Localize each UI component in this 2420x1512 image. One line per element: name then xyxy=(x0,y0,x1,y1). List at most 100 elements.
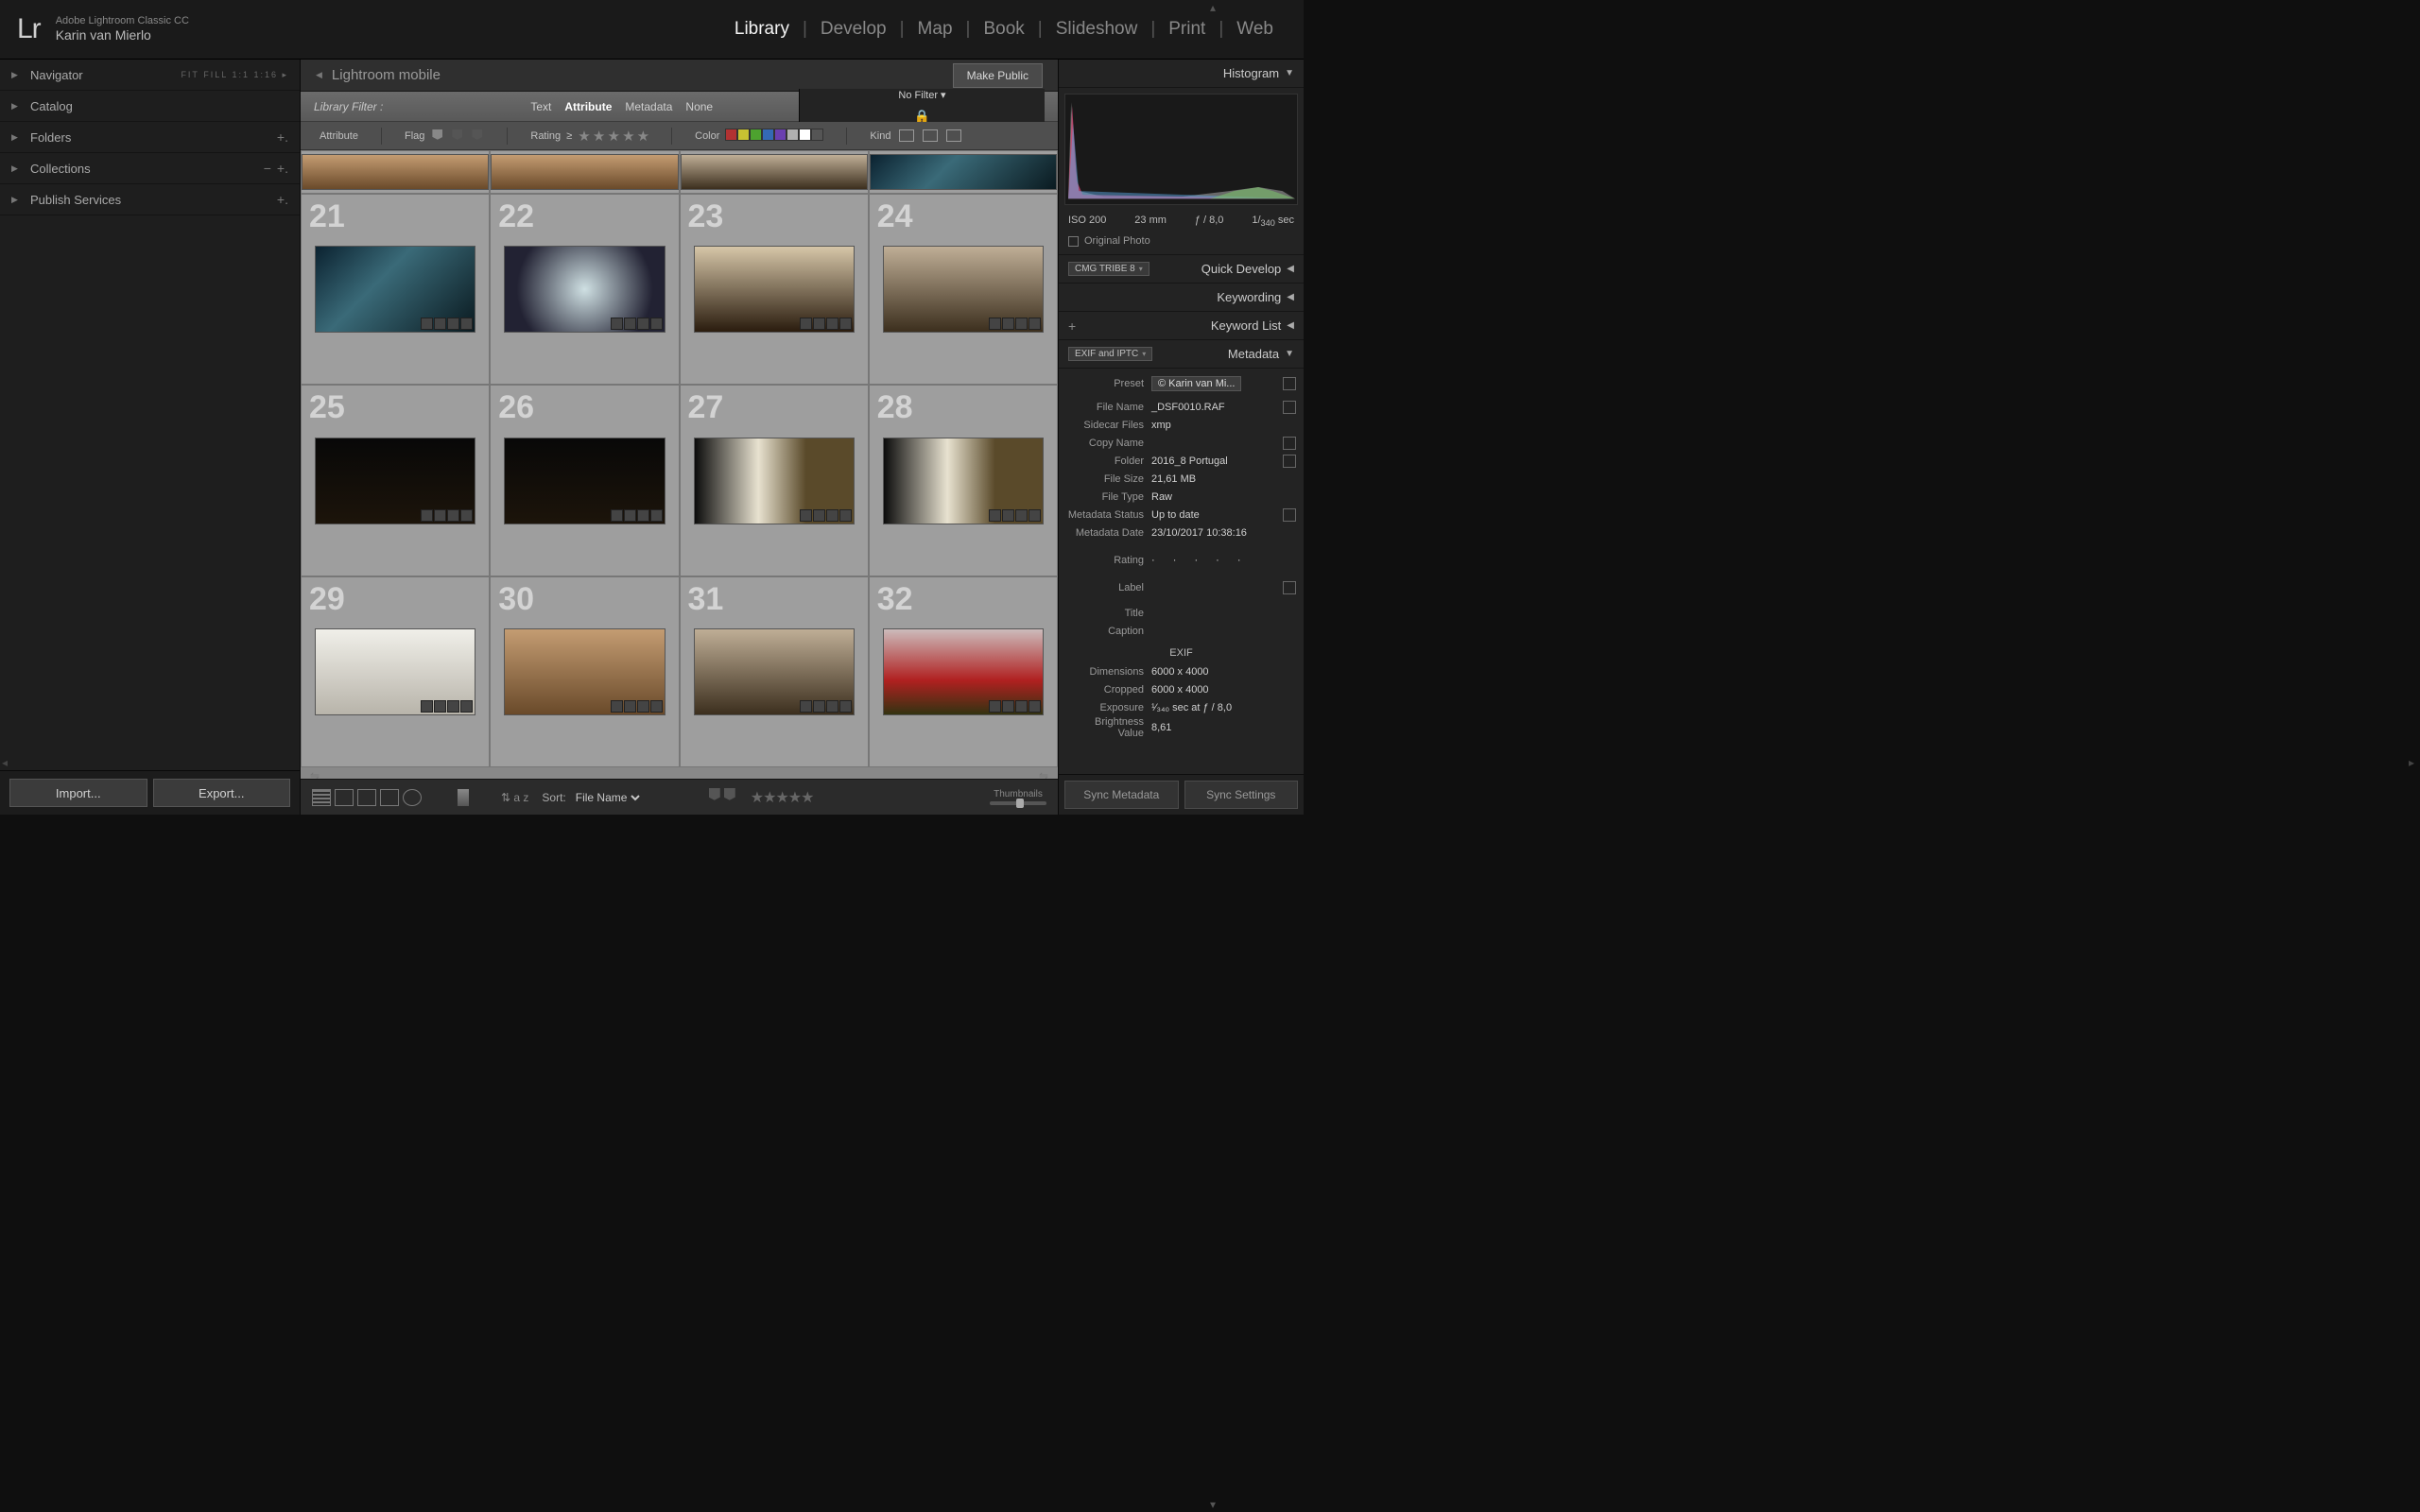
metadata-rating[interactable]: · · · · · xyxy=(1151,555,1296,566)
color-swatch[interactable] xyxy=(811,129,823,141)
thumbnail-image[interactable] xyxy=(504,438,665,524)
keywording-panel-title[interactable]: Keywording xyxy=(1068,290,1281,304)
badge-icon[interactable] xyxy=(624,318,636,330)
badge-icon[interactable] xyxy=(637,318,649,330)
badge-icon[interactable] xyxy=(447,509,459,522)
module-web[interactable]: Web xyxy=(1223,19,1287,40)
original-photo-checkbox[interactable] xyxy=(1068,236,1079,247)
toolbar-rating-stars[interactable]: ★★★★★ xyxy=(751,788,814,807)
badge-icon[interactable] xyxy=(989,318,1001,330)
thumbnail-image[interactable] xyxy=(315,438,475,524)
thumbnail-cell[interactable]: 27 xyxy=(680,385,869,576)
loupe-view-icon[interactable] xyxy=(335,789,354,806)
metadata-panel-title[interactable]: Metadata xyxy=(1152,347,1279,361)
badge-icon[interactable] xyxy=(611,318,623,330)
badge-icon[interactable] xyxy=(650,509,663,522)
badge-icon[interactable] xyxy=(813,700,825,713)
badge-icon[interactable] xyxy=(624,700,636,713)
badge-icon[interactable] xyxy=(421,318,433,330)
badge-icon[interactable] xyxy=(839,700,852,713)
badge-icon[interactable] xyxy=(624,509,636,522)
badge-icon[interactable] xyxy=(813,318,825,330)
swap-next-icon[interactable]: ⇋ xyxy=(1039,769,1048,779)
rating-stars[interactable]: ★ ★ ★ ★ ★ xyxy=(578,128,648,145)
badge-icon[interactable] xyxy=(826,509,838,522)
color-swatch[interactable] xyxy=(737,129,750,141)
thumbnail-image[interactable] xyxy=(504,246,665,333)
thumbnail-image[interactable] xyxy=(315,628,475,715)
badge-icon[interactable] xyxy=(421,509,433,522)
collapse-left-icon[interactable]: ◂ xyxy=(2,756,11,775)
badge-icon[interactable] xyxy=(650,700,663,713)
badge-icon[interactable] xyxy=(434,318,446,330)
toolbar-flag-group[interactable] xyxy=(707,788,737,806)
histogram-panel-title[interactable]: Histogram xyxy=(1068,66,1279,80)
thumbnail-cell[interactable]: 28 xyxy=(869,385,1058,576)
swap-prev-icon[interactable]: ⇋ xyxy=(310,769,320,779)
painter-tool-icon[interactable] xyxy=(458,789,469,806)
metadata-action-icon[interactable] xyxy=(1283,508,1296,522)
thumbnail-cell[interactable]: 26 xyxy=(490,385,679,576)
module-print[interactable]: Print xyxy=(1155,19,1219,40)
thumbnail-grid[interactable]: 212223242526272829303132 ⇋⇋ xyxy=(301,150,1058,779)
metadata-preset-dropdown[interactable]: © Karin van Mi... xyxy=(1151,376,1241,391)
make-public-button[interactable]: Make Public xyxy=(953,63,1043,88)
badge-icon[interactable] xyxy=(434,700,446,713)
badge-icon[interactable] xyxy=(434,509,446,522)
quick-develop-panel-title[interactable]: Quick Develop xyxy=(1150,262,1282,276)
collection-name[interactable]: Lightroom mobile xyxy=(332,67,953,83)
left-section-catalog[interactable]: ▶Catalog xyxy=(0,91,300,122)
badge-icon[interactable] xyxy=(637,700,649,713)
badge-icon[interactable] xyxy=(800,318,812,330)
badge-icon[interactable] xyxy=(611,700,623,713)
thumbnail-image[interactable] xyxy=(883,628,1044,715)
grid-view-icon[interactable] xyxy=(312,789,331,806)
flag-unflagged-icon[interactable] xyxy=(452,129,462,143)
kind-video-icon[interactable] xyxy=(946,129,961,142)
thumbnail-cell[interactable]: 25 xyxy=(301,385,490,576)
thumbnail-image[interactable] xyxy=(694,246,855,333)
keyword-list-panel-title[interactable]: Keyword List xyxy=(1076,318,1281,333)
badge-icon[interactable] xyxy=(421,700,433,713)
import-button[interactable]: Import... xyxy=(9,779,147,807)
thumbnail-cell[interactable]: 23 xyxy=(680,194,869,385)
color-swatch[interactable] xyxy=(750,129,762,141)
metadata-action-icon[interactable] xyxy=(1283,455,1296,468)
kind-master-icon[interactable] xyxy=(899,129,914,142)
badge-icon[interactable] xyxy=(460,700,473,713)
rating-operator[interactable]: ≥ xyxy=(566,130,572,142)
badge-icon[interactable] xyxy=(1015,700,1028,713)
badge-icon[interactable] xyxy=(1002,318,1014,330)
module-slideshow[interactable]: Slideshow xyxy=(1043,19,1151,40)
filter-preset-dropdown[interactable]: No Filter ▾ xyxy=(898,89,945,101)
thumbnail-image[interactable] xyxy=(694,628,855,715)
thumbnail-cell[interactable]: 21 xyxy=(301,194,490,385)
metadata-view-chip[interactable]: EXIF and IPTC xyxy=(1068,347,1152,361)
color-swatch[interactable] xyxy=(786,129,799,141)
color-swatch[interactable] xyxy=(725,129,737,141)
quick-develop-preset-chip[interactable]: CMG TRIBE 8 xyxy=(1068,262,1150,276)
badge-icon[interactable] xyxy=(637,509,649,522)
add-keyword-icon[interactable]: + xyxy=(1068,318,1076,334)
badge-icon[interactable] xyxy=(1015,318,1028,330)
badge-icon[interactable] xyxy=(839,509,852,522)
export-button[interactable]: Export... xyxy=(153,779,291,807)
badge-icon[interactable] xyxy=(447,700,459,713)
thumbnail-size-slider[interactable]: Thumbnails xyxy=(990,789,1046,805)
badge-icon[interactable] xyxy=(1028,509,1041,522)
badge-icon[interactable] xyxy=(611,509,623,522)
collapse-right-icon[interactable]: ▸ xyxy=(2409,756,2418,775)
expand-top-arrow[interactable]: ▴ xyxy=(1210,1,1216,14)
badge-icon[interactable] xyxy=(839,318,852,330)
badge-icon[interactable] xyxy=(989,700,1001,713)
filter-tab-metadata[interactable]: Metadata xyxy=(625,100,672,113)
identity-plate[interactable]: Karin van Mierlo xyxy=(56,27,189,43)
color-swatch[interactable] xyxy=(774,129,786,141)
metadata-preset-action-icon[interactable] xyxy=(1283,377,1296,390)
left-section-folders[interactable]: ▶Folders+. xyxy=(0,122,300,153)
badge-icon[interactable] xyxy=(989,509,1001,522)
badge-icon[interactable] xyxy=(800,700,812,713)
thumbnail-cell[interactable]: 31 xyxy=(680,576,869,767)
badge-icon[interactable] xyxy=(460,509,473,522)
sync-settings-button[interactable]: Sync Settings xyxy=(1184,781,1299,809)
